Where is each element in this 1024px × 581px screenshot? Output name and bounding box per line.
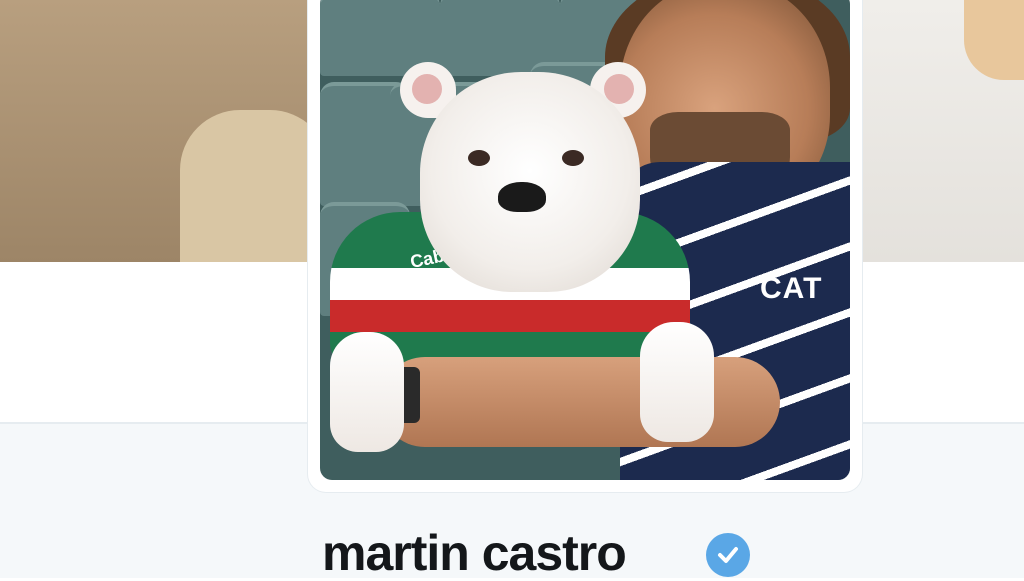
dog-paw-left xyxy=(330,332,404,452)
shirt-logo-text: CAT xyxy=(760,272,823,305)
checkmark-icon xyxy=(718,547,738,563)
banner-left-shape xyxy=(0,0,330,262)
avatar-photo: CAT Cabot xyxy=(320,0,850,480)
dog-eye-left xyxy=(468,150,490,166)
dog-nose xyxy=(498,182,546,212)
dog-paw-right xyxy=(640,322,714,442)
man-arm xyxy=(380,357,780,447)
dog-ear-inner xyxy=(412,74,442,104)
profile-avatar[interactable]: CAT Cabot xyxy=(308,0,862,492)
profile-display-name[interactable]: martin castro xyxy=(322,528,627,578)
banner-right-shape xyxy=(854,0,1024,262)
dog-eye-right xyxy=(562,150,584,166)
verified-check-icon xyxy=(706,533,750,577)
